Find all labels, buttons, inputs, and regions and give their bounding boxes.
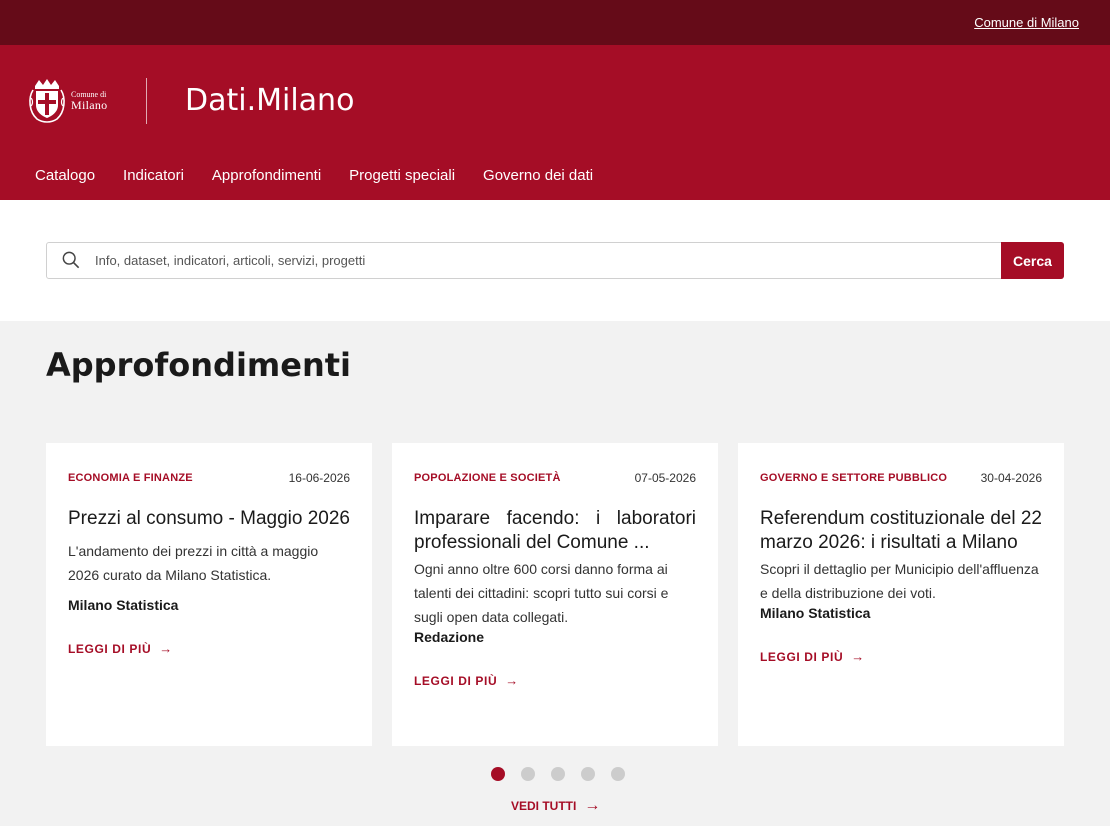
card-title[interactable]: Referendum costituzionale del 22 marzo 2… — [760, 507, 1042, 555]
read-more-link[interactable]: LEGGI DI PIÙ → — [760, 649, 865, 664]
card-date: 07-05-2026 — [634, 471, 696, 485]
card-meta: ECONOMIA E FINANZE 16-06-2026 — [68, 471, 350, 485]
nav-item-governo-dei-dati[interactable]: Governo dei dati — [483, 167, 593, 184]
carousel-dot-5[interactable] — [611, 767, 625, 781]
read-more-link[interactable]: LEGGI DI PIÙ → — [68, 641, 173, 656]
card-title[interactable]: Imparare facendo: i laboratori professio… — [414, 507, 696, 555]
header-divider — [146, 78, 147, 124]
logo-wordmark: Comune di Milano — [71, 90, 108, 112]
card-category[interactable]: POPOLAZIONE E SOCIETÀ — [414, 472, 561, 484]
card-date: 30-04-2026 — [980, 471, 1042, 485]
card-description: Ogni anno oltre 600 corsi danno forma ai… — [414, 561, 669, 625]
card-author: Milano Statistica — [68, 597, 179, 613]
nav-item-indicatori[interactable]: Indicatori — [123, 167, 184, 184]
card-meta: POPOLAZIONE E SOCIETÀ 07-05-2026 — [414, 471, 696, 485]
read-more-label: LEGGI DI PIÙ — [414, 673, 498, 688]
carousel-dot-2[interactable] — [521, 767, 535, 781]
card-description: L'andamento dei prezzi in città a maggio… — [68, 543, 319, 583]
logo-big-text: Milano — [71, 97, 108, 112]
site-header: Comune di Milano Dati.Milano Catalogo In… — [0, 45, 1110, 200]
top-utility-bar: Comune di Milano — [0, 0, 1110, 45]
search-input[interactable] — [95, 243, 995, 278]
search-button[interactable]: Cerca — [1001, 242, 1064, 279]
arrow-right-icon: → — [584, 797, 601, 814]
card-date: 16-06-2026 — [288, 471, 350, 485]
read-more-label: LEGGI DI PIÙ — [760, 649, 844, 664]
nav-item-approfondimenti[interactable]: Approfondimenti — [212, 167, 321, 184]
card-meta: GOVERNO E SETTORE PUBBLICO 30-04-2026 — [760, 471, 1042, 485]
site-title[interactable]: Dati.Milano — [185, 83, 354, 118]
search-section: Cerca — [0, 200, 1110, 321]
card-category[interactable]: GOVERNO E SETTORE PUBBLICO — [760, 472, 947, 484]
article-card[interactable]: POPOLAZIONE E SOCIETÀ 07-05-2026 Imparar… — [392, 443, 718, 746]
card-category[interactable]: ECONOMIA E FINANZE — [68, 472, 193, 484]
card-description: Scopri il dettaglio per Municipio dell'a… — [760, 561, 1039, 601]
section-title: Approfondimenti — [46, 346, 351, 384]
carousel-dot-3[interactable] — [551, 767, 565, 781]
arrow-right-icon: → — [505, 673, 519, 688]
read-more-link[interactable]: LEGGI DI PIÙ → — [414, 673, 519, 688]
arrow-right-icon: → — [159, 641, 173, 656]
card-author: Redazione — [414, 629, 485, 645]
main-nav: Catalogo Indicatori Approfondimenti Prog… — [35, 167, 621, 184]
see-all-link[interactable]: VEDI TUTTI → — [511, 797, 600, 815]
comune-di-milano-link[interactable]: Comune di Milano — [974, 15, 1079, 30]
article-card[interactable]: GOVERNO E SETTORE PUBBLICO 30-04-2026 Re… — [738, 443, 1064, 746]
see-all-label: VEDI TUTTI — [511, 799, 577, 813]
carousel-pagination — [491, 767, 641, 781]
search-icon — [62, 251, 80, 269]
nav-item-catalogo[interactable]: Catalogo — [35, 167, 95, 184]
read-more-label: LEGGI DI PIÙ — [68, 641, 152, 656]
card-title[interactable]: Prezzi al consumo - Maggio 2026 — [68, 507, 350, 531]
carousel-dot-4[interactable] — [581, 767, 595, 781]
arrow-right-icon: → — [851, 649, 865, 664]
nav-item-progetti-speciali[interactable]: Progetti speciali — [349, 167, 455, 184]
coat-of-arms-icon — [29, 79, 65, 123]
article-card[interactable]: ECONOMIA E FINANZE 16-06-2026 Prezzi al … — [46, 443, 372, 746]
search-bar: Cerca — [46, 242, 1064, 279]
carousel-dot-1[interactable] — [491, 767, 505, 781]
comune-milano-logo[interactable]: Comune di Milano — [27, 78, 137, 123]
card-author: Milano Statistica — [760, 605, 871, 621]
